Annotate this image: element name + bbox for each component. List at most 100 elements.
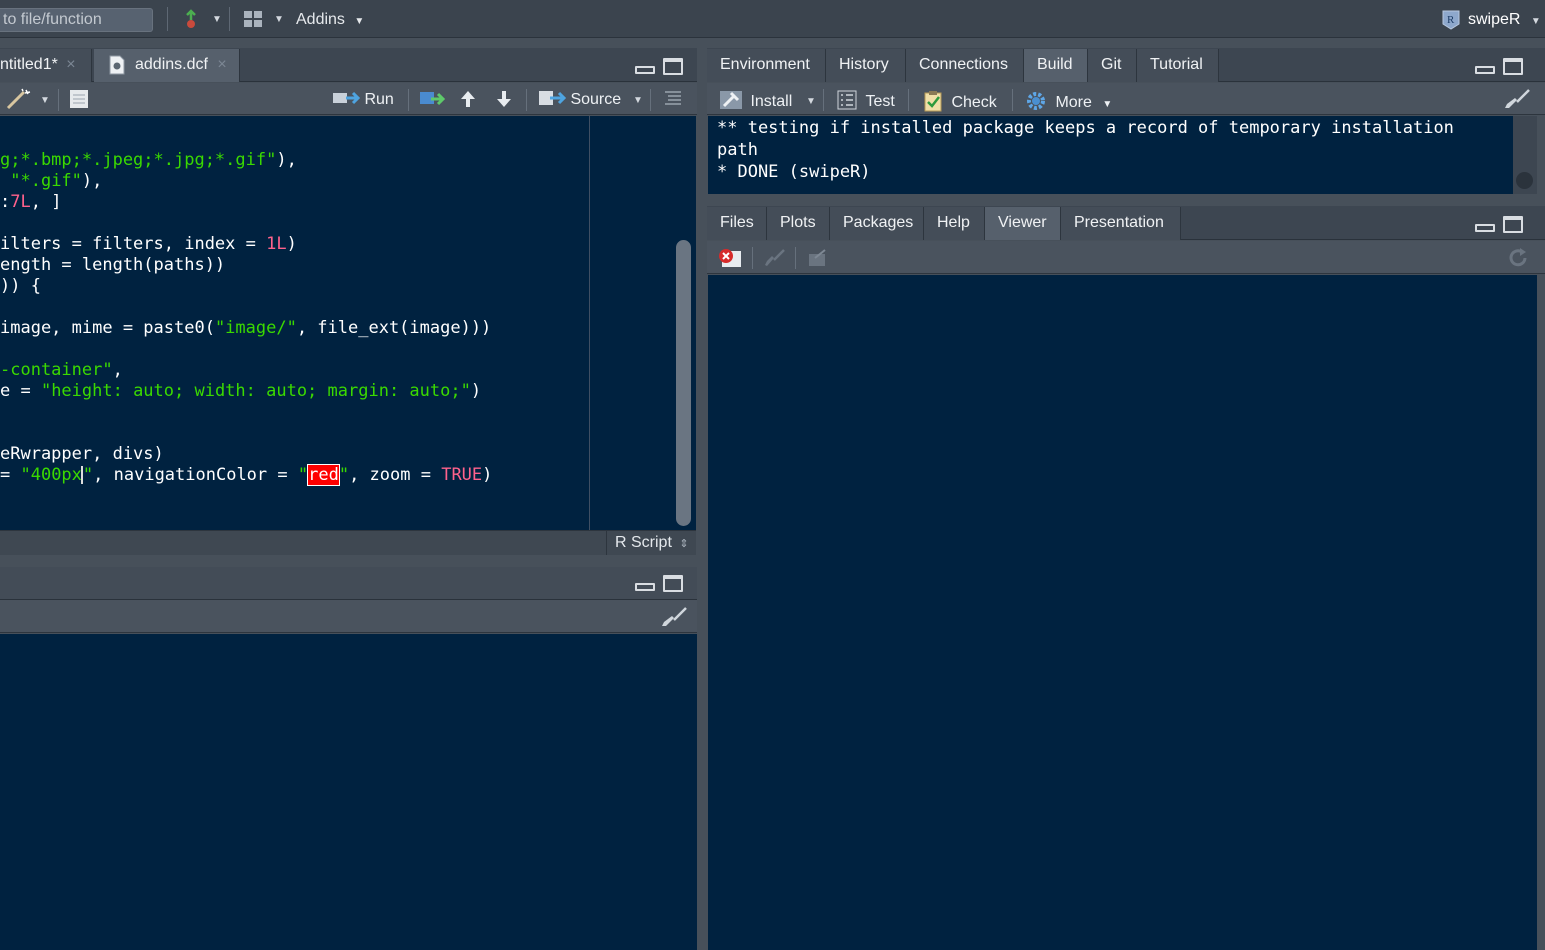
maximize-button[interactable] [1503,216,1523,233]
output-line: ** testing if installed package keeps a … [717,118,1454,138]
minimize-button[interactable] [1475,224,1495,232]
tab-build[interactable]: Build [1024,49,1088,82]
install-label: Install [750,93,793,110]
main-toolbar: to file/function ▼ ▼ Addins ▼ R swipeR ▼ [0,0,1545,38]
tab-files[interactable]: Files [707,207,767,240]
pane-window-controls [1475,58,1525,78]
chevron-down-icon[interactable]: ▼ [633,95,643,106]
close-icon[interactable]: × [217,56,226,73]
tab-addins-dcf[interactable]: addins.dcf × [94,49,240,82]
run-label: Run [364,91,394,108]
broom-icon[interactable] [764,248,786,268]
tab-git[interactable]: Git [1088,49,1137,82]
tab-label: Git [1101,56,1122,73]
project-name[interactable]: swipeR ▼ [1468,11,1541,29]
tab-history[interactable]: History [826,49,906,82]
tab-connections[interactable]: Connections [906,49,1024,82]
refresh-icon[interactable] [1507,247,1529,269]
project-name-label: swipeR [1468,11,1521,28]
tab-label: Files [720,214,754,231]
code-line: image, mime = paste0("image/", file_ext(… [0,318,492,338]
close-icon[interactable]: × [66,56,75,73]
viewer-toolbar [707,241,1545,274]
test-label: Test [865,93,895,110]
build-tabbar: Environment History Connections Build Gi… [707,48,1545,82]
tab-label: Connections [919,56,1008,73]
document-outline-icon[interactable] [68,89,90,109]
install-button[interactable]: Install [719,90,792,112]
tab-label: ntitled1* [0,56,58,73]
check-label: Check [951,94,997,111]
maximize-button[interactable] [1503,58,1523,75]
tab-label: Build [1037,56,1073,73]
more-menu[interactable]: More ▼ [1025,90,1112,115]
tab-viewer[interactable]: Viewer [985,207,1061,240]
output-line: path [717,140,758,160]
broom-icon[interactable] [1503,88,1531,110]
maximize-button[interactable] [663,575,683,592]
tab-environment[interactable]: Environment [707,49,826,82]
addins-label: Addins [296,11,345,28]
go-to-file-input[interactable]: to file/function [0,8,153,32]
tab-label: addins.dcf [135,56,208,73]
addins-menu[interactable]: Addins ▼ [296,11,364,29]
source-button[interactable]: Source [538,89,621,110]
minimize-button[interactable] [1475,66,1495,74]
clear-viewer-icon[interactable] [718,248,742,268]
broom-icon[interactable] [660,606,688,628]
chevron-down-icon: ▼ [1102,99,1113,110]
chevron-down-icon[interactable]: ▼ [212,14,222,25]
toolbar-separator [823,89,824,111]
editor-scrollbar[interactable] [676,240,691,526]
console-tabbar [0,567,697,600]
check-button[interactable]: Check [923,90,997,113]
pane-window-controls [635,58,685,78]
tab-presentation[interactable]: Presentation [1061,207,1181,240]
export-icon[interactable] [807,248,829,268]
code-line: )) { [0,276,41,296]
code-line: = "400px", navigationColor = "red", zoom… [0,464,493,486]
arrow-down-icon[interactable] [494,89,514,109]
chevron-down-icon[interactable]: ▼ [806,96,816,107]
chevron-down-icon: ▼ [354,16,365,27]
file-type-selector[interactable]: R Script ⇕ [606,531,689,555]
maximize-button[interactable] [663,58,683,75]
chevron-down-icon[interactable]: ▼ [40,95,50,106]
editor-statusbar: R Script ⇕ [0,530,696,555]
svg-text:R: R [1447,14,1455,26]
build-output[interactable]: ** testing if installed package keeps a … [708,116,1513,194]
document-outline-toggle-icon[interactable] [663,90,683,106]
magic-wand-icon[interactable] [6,88,34,110]
tab-label: Presentation [1074,214,1164,231]
code-line: g;*.bmp;*.jpeg;*.jpg;*.gif"), [0,150,297,170]
r-project-icon[interactable]: R [1440,9,1462,31]
minimize-button[interactable] [635,66,655,74]
run-button[interactable]: Run [332,89,394,110]
viewer-content[interactable] [708,275,1537,950]
editor-toolbar: ▼ Run Source ▼ [0,83,697,115]
tab-untitled1[interactable]: ntitled1* × [0,49,92,82]
minimize-button[interactable] [635,583,655,591]
tab-help[interactable]: Help [924,207,985,240]
code-editor[interactable]: g;*.bmp;*.jpeg;*.jpg;*.gif"), "*.gif"), … [0,116,590,530]
tab-tutorial[interactable]: Tutorial [1137,49,1219,82]
hammer-icon [720,91,742,109]
pane-window-controls [1475,216,1525,236]
source-label: Source [570,91,622,108]
chevron-down-icon[interactable]: ▼ [274,14,284,25]
tab-label: History [839,56,889,73]
tab-plots[interactable]: Plots [767,207,830,240]
git-branch-icon[interactable] [181,9,201,29]
test-button[interactable]: Test [837,90,895,112]
arrow-up-icon[interactable] [458,89,478,109]
scroll-thumb[interactable] [1516,172,1533,189]
toolbar-separator [650,89,651,111]
tab-label: Help [937,214,970,231]
rerun-icon[interactable] [419,89,445,109]
workspace-panes-icon[interactable] [243,9,263,29]
tab-packages[interactable]: Packages [830,207,924,240]
console-output[interactable] [0,634,697,950]
pane-splitter[interactable] [697,38,707,950]
build-scrollbar[interactable] [1513,116,1537,194]
tab-label: Environment [720,56,810,73]
